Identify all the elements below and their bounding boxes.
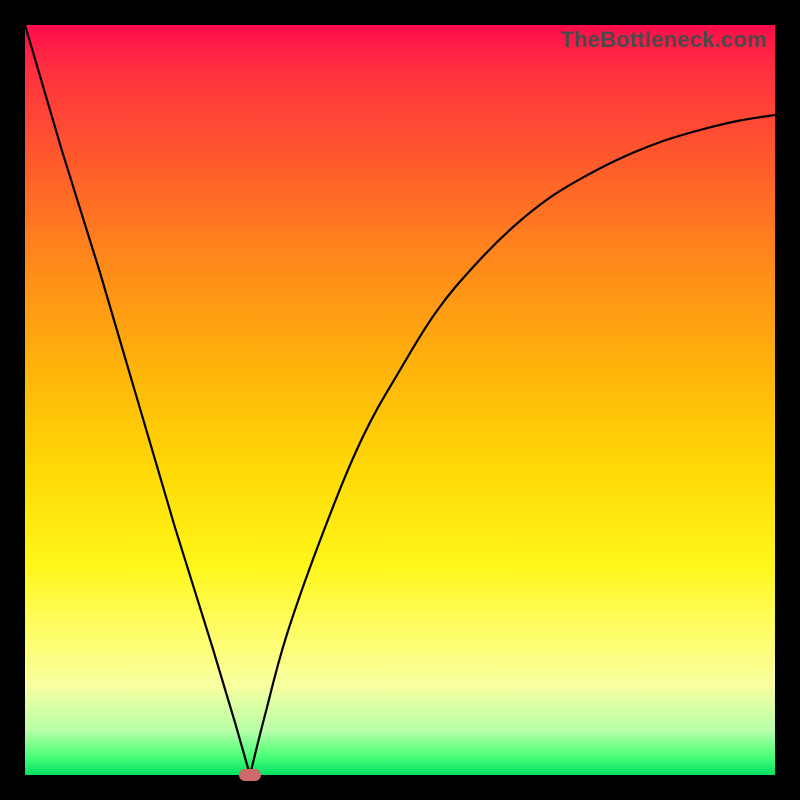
plot-area: TheBottleneck.com bbox=[25, 25, 775, 775]
chart-frame: TheBottleneck.com bbox=[0, 0, 800, 800]
curve-left-branch bbox=[25, 25, 250, 775]
curve-right-branch bbox=[250, 115, 775, 775]
optimum-marker bbox=[239, 769, 261, 781]
curve-svg bbox=[25, 25, 775, 775]
